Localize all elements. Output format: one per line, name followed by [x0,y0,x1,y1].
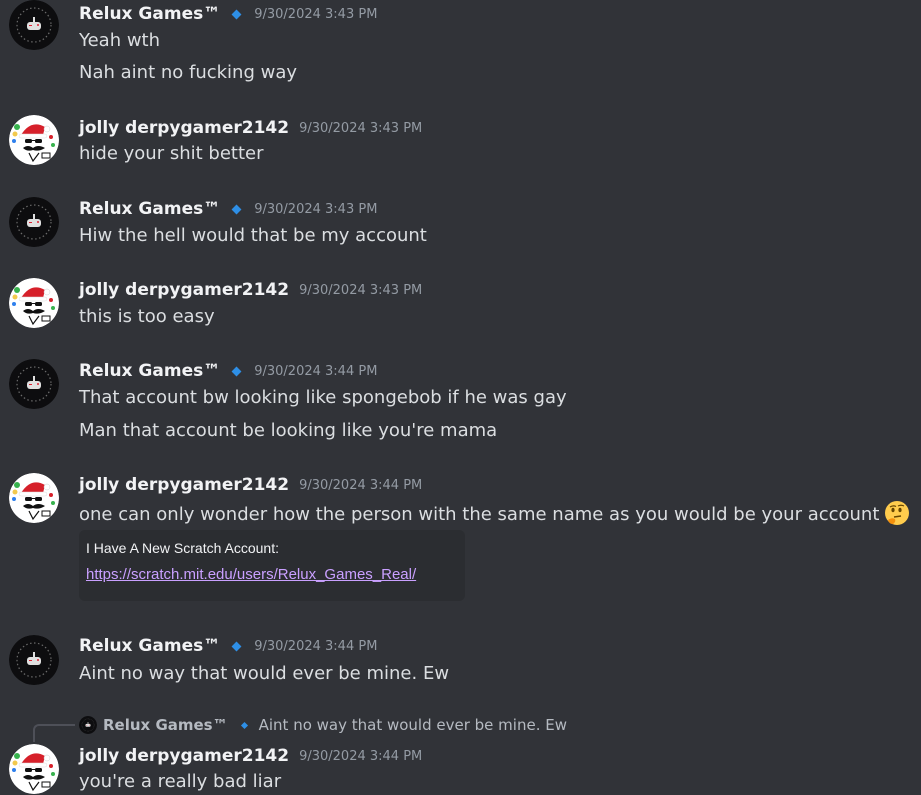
timestamp: 9/30/2024 3:44 PM [254,638,378,654]
message-text: Yeah wth [79,30,161,51]
avatar[interactable] [9,473,59,523]
avatar[interactable] [9,0,59,50]
gamepad-icon [9,635,59,685]
message-text: That account bw looking like spongebob i… [79,387,567,408]
username[interactable]: jolly derpygamer2142 [79,475,289,495]
gamepad-icon [9,359,59,409]
timestamp: 9/30/2024 3:44 PM [299,477,423,493]
message-text: Nah aint no fucking way [79,62,298,83]
gamepad-icon [9,0,59,50]
timestamp: 9/30/2024 3:43 PM [299,120,423,136]
message-text: one can only wonder how the person with … [79,500,910,524]
message-text: Aint no way that would ever be mine. Ew [79,663,450,684]
message-text: Hiw the hell would that be my account [79,225,427,246]
server-tag-icon [231,641,242,651]
server-tag-icon [231,366,242,376]
message-text-content: one can only wonder how the person with … [79,504,880,525]
message-text: you're a really bad liar [79,771,282,792]
embed-title: I Have A New Scratch Account: [86,540,279,556]
username[interactable]: jolly derpygamer2142 [79,118,289,138]
username[interactable]: jolly derpygamer2142 [79,746,289,766]
message-text: this is too easy [79,306,215,327]
avatar[interactable] [9,197,59,247]
embed-link[interactable]: https://scratch.mit.edu/users/Relux_Game… [86,566,416,583]
message-text: hide your shit better [79,143,264,164]
avatar[interactable] [9,359,59,409]
server-tag-icon [231,204,242,214]
username[interactable]: Relux Games™ [79,636,220,656]
timestamp: 9/30/2024 3:44 PM [299,748,423,764]
santa-face-icon [9,473,59,523]
santa-face-icon [9,278,59,328]
username[interactable]: jolly derpygamer2142 [79,280,289,300]
avatar[interactable] [9,115,59,165]
reply-preview[interactable]: Relux Games™ Aint no way that would ever… [79,714,567,736]
timestamp: 9/30/2024 3:43 PM [299,282,423,298]
server-tag-icon [231,9,242,19]
link-embed: I Have A New Scratch Account: https://sc… [79,530,465,601]
avatar[interactable] [9,744,59,794]
message-text: Man that account be looking like you're … [79,420,498,441]
reply-username[interactable]: Relux Games™ [103,716,228,734]
thinking-face-icon[interactable] [884,500,910,526]
timestamp: 9/30/2024 3:43 PM [254,6,378,22]
gamepad-icon [9,197,59,247]
username[interactable]: Relux Games™ [79,199,220,219]
server-tag-icon [240,721,248,729]
timestamp: 9/30/2024 3:43 PM [254,201,378,217]
avatar[interactable] [9,635,59,685]
reply-connector [33,724,75,742]
santa-face-icon [9,744,59,794]
reply-text[interactable]: Aint no way that would ever be mine. Ew [259,716,567,734]
gamepad-icon [79,716,97,734]
santa-face-icon [9,115,59,165]
username[interactable]: Relux Games™ [79,361,220,381]
username[interactable]: Relux Games™ [79,4,220,24]
timestamp: 9/30/2024 3:44 PM [254,363,378,379]
reply-avatar [79,716,97,734]
avatar[interactable] [9,278,59,328]
